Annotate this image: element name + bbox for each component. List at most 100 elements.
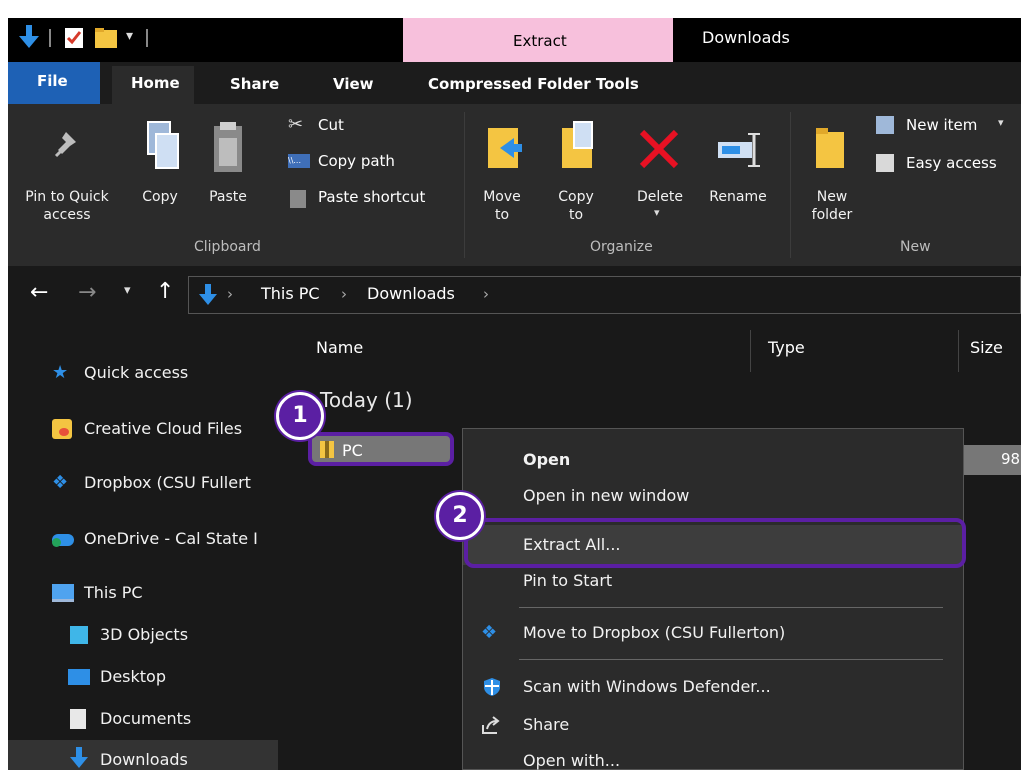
sidebar-label: Downloads — [100, 750, 188, 769]
menu-separator — [519, 659, 943, 660]
menu-item-move-to-dropbox[interactable]: ❖ Move to Dropbox (CSU Fullerton) — [463, 613, 963, 653]
menu-item-open[interactable]: Open — [463, 443, 963, 477]
new-item-icon — [876, 116, 894, 134]
column-header-type[interactable]: Type — [768, 338, 805, 357]
clipboard-group-label: Clipboard — [194, 239, 261, 255]
tab-view[interactable]: View — [333, 75, 374, 93]
pin-to-quick-access-button[interactable]: Pin to Quick access — [12, 108, 122, 238]
sidebar-item-quick-access[interactable]: ★ Quick access — [8, 354, 290, 394]
sidebar-item-onedrive[interactable]: OneDrive - Cal State I — [8, 520, 290, 560]
menu-item-pin-to-start[interactable]: Pin to Start — [463, 565, 963, 599]
rename-button[interactable]: Rename — [702, 108, 774, 238]
onedrive-cloud-icon — [52, 534, 74, 547]
dropbox-icon: ❖ — [481, 622, 498, 643]
address-bar[interactable]: › This PC › Downloads › — [188, 276, 1021, 314]
copy-path-button[interactable]: \\... Copy path — [288, 150, 458, 176]
group-header-today[interactable]: Today (1) — [320, 388, 413, 412]
tab-share[interactable]: Share — [230, 75, 279, 93]
copy-path-label: Copy path — [318, 152, 395, 170]
sidebar-item-creative-cloud[interactable]: Creative Cloud Files — [8, 410, 290, 450]
title-bar: ▾ Extract Downloads — [8, 18, 1021, 62]
sidebar-item-this-pc[interactable]: This PC — [8, 574, 290, 614]
shield-icon — [483, 677, 501, 701]
new-item-button[interactable]: New item ▾ — [874, 114, 1021, 140]
tab-compressed-folder-tools[interactable]: Compressed Folder Tools — [428, 75, 639, 93]
sidebar-item-documents[interactable]: Documents — [8, 700, 290, 740]
file-row-size-cell[interactable]: 98, — [961, 445, 1021, 475]
easy-access-button[interactable]: Easy access — [874, 152, 1021, 178]
column-header-name[interactable]: Name — [316, 338, 363, 357]
breadcrumb-this-pc[interactable]: This PC — [261, 284, 320, 303]
delete-dropdown-icon[interactable]: ▾ — [654, 206, 660, 219]
paste-button[interactable]: Paste — [198, 108, 258, 238]
ribbon-tabs: File Home Share View Compressed Folder T… — [8, 62, 1021, 104]
step-callout-1: 1 — [276, 392, 324, 440]
properties-icon[interactable] — [64, 27, 84, 53]
step-callout-2: 2 — [436, 492, 484, 540]
delete-button[interactable]: Delete ▾ — [628, 108, 692, 238]
up-arrow-icon[interactable]: ↑ — [156, 279, 174, 304]
delete-x-icon — [638, 128, 680, 174]
file-explorer-window: ▾ Extract Downloads File Home Share View… — [8, 18, 1021, 770]
sidebar-label: OneDrive - Cal State I — [84, 529, 258, 548]
menu-item-open-new-window[interactable]: Open in new window — [463, 479, 963, 513]
copy-label: Copy — [142, 189, 178, 205]
menu-label: Scan with Windows Defender... — [523, 677, 771, 696]
extract-all-outline-highlight — [464, 518, 966, 568]
column-divider — [958, 330, 959, 372]
sidebar-item-3d-objects[interactable]: 3D Objects — [8, 616, 290, 656]
menu-item-share[interactable]: Share — [463, 707, 963, 743]
sidebar-label: Desktop — [100, 667, 166, 686]
menu-separator — [519, 607, 943, 608]
downloads-icon — [70, 746, 88, 770]
file-size: 98, — [1001, 450, 1021, 468]
file-row-pc[interactable]: PC — [308, 432, 458, 470]
copy-to-label: Copy to — [558, 189, 594, 223]
paste-icon — [212, 120, 244, 178]
back-arrow-icon[interactable]: ← — [30, 280, 48, 305]
new-folder-button[interactable]: New folder — [800, 108, 864, 238]
menu-item-scan-defender[interactable]: Scan with Windows Defender... — [463, 669, 963, 705]
column-header-size[interactable]: Size — [970, 338, 1003, 357]
sidebar-item-desktop[interactable]: Desktop — [8, 658, 290, 698]
sidebar-item-dropbox[interactable]: ❖ Dropbox (CSU Fullert — [8, 464, 290, 504]
window-title: Downloads — [702, 28, 790, 47]
column-divider — [750, 330, 751, 372]
recent-locations-icon[interactable]: ▾ — [124, 283, 131, 298]
paste-shortcut-button[interactable]: Paste shortcut — [288, 186, 458, 212]
extract-contextual-tab[interactable]: Extract — [403, 18, 673, 62]
download-arrow-icon[interactable] — [18, 24, 40, 54]
downloads-location-icon — [199, 283, 217, 311]
move-to-button[interactable]: Move to — [472, 108, 532, 238]
tab-file-label: File — [37, 72, 68, 90]
breadcrumb-chevron-icon: › — [227, 285, 233, 303]
tab-file[interactable]: File — [8, 62, 100, 104]
breadcrumb-chevron-icon: › — [483, 285, 489, 303]
menu-label: Open — [523, 450, 571, 469]
copy-to-button[interactable]: Copy to — [546, 108, 606, 238]
menu-item-open-with[interactable]: Open with... — [463, 745, 963, 770]
copy-button[interactable]: Copy — [132, 108, 188, 238]
desktop-icon — [68, 669, 90, 685]
new-folder-qat-icon[interactable] — [94, 27, 118, 53]
new-folder-label: New folder — [811, 189, 853, 223]
easy-access-icon — [876, 154, 894, 172]
file-outline-highlight — [308, 432, 454, 466]
sidebar-label: 3D Objects — [100, 625, 189, 644]
move-to-icon — [486, 124, 524, 174]
document-icon — [70, 709, 86, 729]
pin-label: Pin to Quick access — [25, 189, 109, 223]
breadcrumb-chevron-icon: › — [341, 285, 347, 303]
qat-customize-icon[interactable]: ▾ — [126, 28, 133, 44]
breadcrumb-downloads[interactable]: Downloads — [367, 284, 455, 303]
tab-home[interactable]: Home — [112, 66, 194, 104]
menu-label: Open in new window — [523, 486, 690, 505]
cut-button[interactable]: ✂ Cut — [288, 114, 458, 140]
sidebar-item-downloads[interactable]: Downloads — [8, 740, 278, 770]
organize-group-label: Organize — [590, 239, 653, 255]
ribbon-divider — [464, 112, 465, 258]
forward-arrow-icon[interactable]: → — [78, 280, 96, 305]
pin-icon — [48, 128, 84, 168]
qat-divider — [49, 29, 51, 47]
copy-to-icon — [560, 120, 598, 174]
